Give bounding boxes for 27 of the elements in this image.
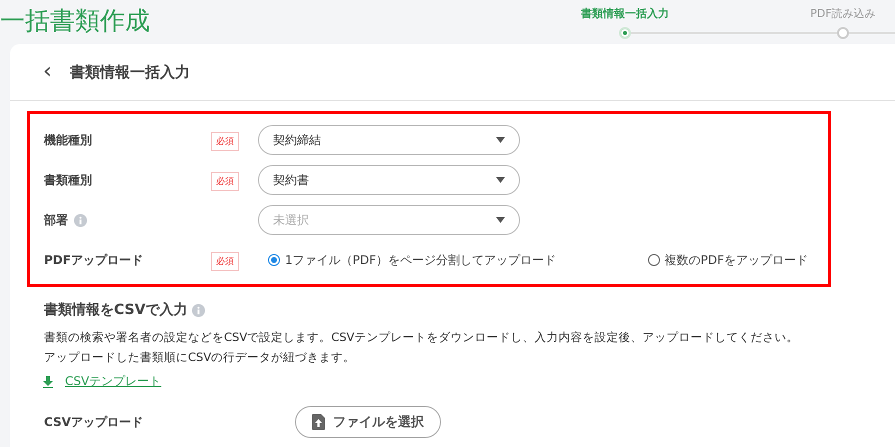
card-title: 書類情報一括入力 — [70, 62, 190, 82]
caret-icon — [496, 177, 505, 183]
step-label: PDF読み込み — [810, 6, 876, 21]
radio-option[interactable]: 複数のPDFをアップロード — [648, 252, 808, 268]
info-icon — [192, 304, 206, 316]
caret-icon — [496, 217, 505, 223]
field-label: PDFアップロード — [44, 252, 143, 268]
description-text: 書類の検索や署名者の設定などをCSVで設定します。CSVテンプレートをダウンロードし、入力内容を設定後、アップロードしてください。 アップロードした書類順にCSVの行データが紐づきます。 — [44, 329, 800, 366]
select-field[interactable]: 契約締結 — [258, 125, 520, 155]
field-label: 部署 — [44, 212, 68, 228]
required-badge: 必須 — [211, 172, 239, 191]
upload-label: CSVアップロード — [44, 414, 144, 430]
file-upload-icon — [312, 414, 325, 430]
required-badge: 必須 — [211, 132, 239, 151]
select-field[interactable]: 契約書 — [258, 165, 520, 195]
page-title: 一括書類作成 — [0, 5, 151, 37]
step-label: 書類情報一括入力 — [581, 6, 669, 21]
radio-option[interactable]: 1ファイル（PDF）をページ分割してアップロード — [268, 252, 556, 268]
section-title: 書類情報をCSVで入力 — [44, 301, 188, 319]
required-badge: 必須 — [211, 252, 239, 271]
back-button[interactable]: ‹ — [43, 61, 52, 83]
caret-icon — [496, 137, 505, 143]
download-icon — [43, 376, 53, 388]
field-label: 機能種別 — [44, 132, 92, 148]
info-icon — [74, 214, 87, 226]
file-select-button[interactable]: ファイルを選択 — [295, 406, 441, 438]
field-label: 書類種別 — [44, 172, 92, 188]
